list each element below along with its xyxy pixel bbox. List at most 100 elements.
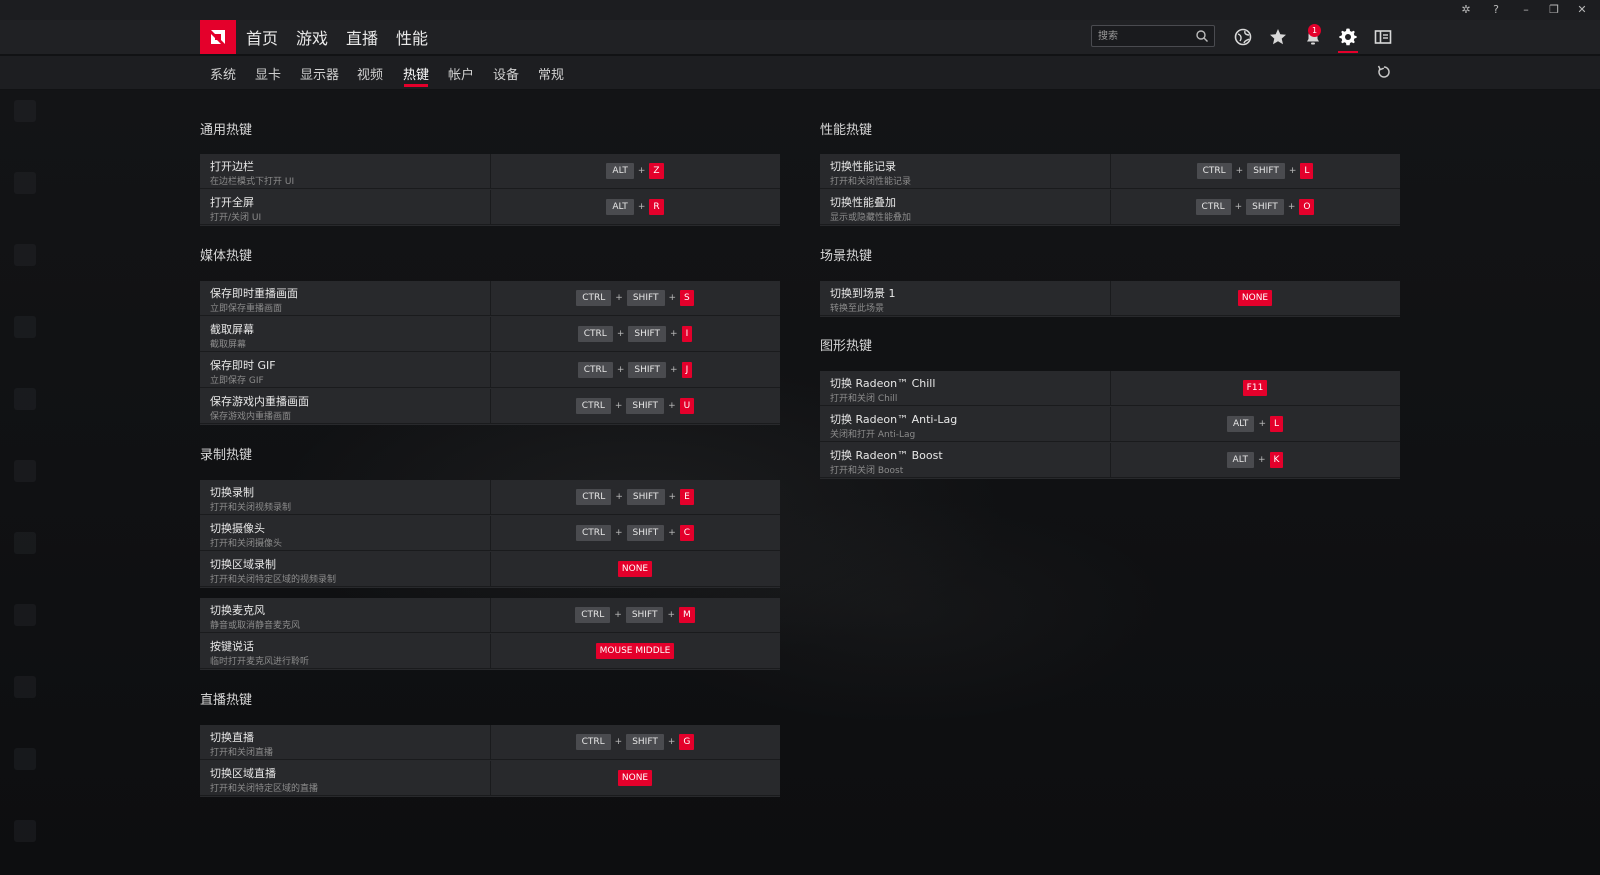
globe-icon[interactable] <box>1232 26 1254 48</box>
hotkey-name: 切换麦克风 <box>210 604 265 617</box>
hotkey-row: 截取屏幕 截取屏幕 CTRL + SHIFT + I <box>200 317 780 352</box>
gear-icon[interactable] <box>1337 26 1359 48</box>
tab-video[interactable]: 视频 <box>357 64 383 83</box>
general-hotkeys-card: 打开边栏 在边栏模式下打开 UI ALT + Z 打开全屏 打开/关闭 UI ALT + R <box>200 154 780 226</box>
notification-badge: 1 <box>1308 24 1321 37</box>
help-icon[interactable]: ? <box>1482 1 1510 19</box>
column-divider <box>1110 281 1111 316</box>
plus-separator: + <box>614 737 623 747</box>
top-navigation: 首页 游戏 直播 性能 1 <box>0 20 1600 54</box>
modifier-key: ALT <box>606 199 634 215</box>
tab-hotkeys[interactable]: 热键 <box>403 64 429 83</box>
hotkey-binding[interactable]: ALT + R <box>606 199 664 215</box>
plus-separator: + <box>1258 419 1266 429</box>
hotkey-row: 切换直播 打开和关闭直播 CTRL + SHIFT + G <box>200 725 780 760</box>
main-key: C <box>679 525 695 541</box>
column-divider <box>1110 371 1111 406</box>
hotkey-binding[interactable]: CTRL + SHIFT + J <box>577 362 693 378</box>
hotkey-binding[interactable]: F11 <box>1242 380 1268 396</box>
modifier-key: CTRL <box>575 607 611 623</box>
tab-account[interactable]: 帐户 <box>448 64 474 83</box>
hotkey-row: 切换录制 打开和关闭视频录制 CTRL + SHIFT + E <box>200 480 780 515</box>
hotkey-row: 打开边栏 在边栏模式下打开 UI ALT + Z <box>200 154 780 189</box>
section-title-media: 媒体热键 <box>200 249 253 264</box>
hotkey-description: 打开和关闭特定区域的直播 <box>210 784 319 794</box>
hotkey-name: 切换直播 <box>210 731 254 744</box>
hotkey-binding[interactable]: CTRL + SHIFT + S <box>576 290 694 306</box>
hotkey-binding[interactable]: CTRL + SHIFT + I <box>577 326 693 342</box>
modifier-key: SHIFT <box>628 362 667 378</box>
plus-separator: + <box>668 293 677 303</box>
nav-home[interactable]: 首页 <box>246 25 278 49</box>
plus-separator: + <box>667 737 676 747</box>
column-divider <box>490 353 491 388</box>
hotkey-row: 切换性能记录 打开和关闭性能记录 CTRL + SHIFT + L <box>820 154 1400 189</box>
hotkey-row: 切换到场景 1 转换至此场景 NONE <box>820 281 1400 316</box>
hotkey-binding[interactable]: ALT + K <box>1226 452 1284 468</box>
tab-general[interactable]: 常规 <box>538 64 564 83</box>
hotkey-row: 切换 Radeon™ Boost 打开和关闭 Boost ALT + K <box>820 443 1400 478</box>
modifier-key: CTRL <box>575 398 611 414</box>
hotkey-binding[interactable]: ALT + L <box>1227 416 1283 432</box>
hotkey-description: 在边栏模式下打开 UI <box>210 177 295 187</box>
hotkey-name: 切换性能叠加 <box>830 196 896 209</box>
hotkey-name: 按键说话 <box>210 640 254 653</box>
restore-button[interactable]: ❐ <box>1540 1 1568 19</box>
hotkey-row: 切换麦克风 静音或取消静音麦克风 CTRL + SHIFT + M <box>200 598 780 633</box>
plus-separator: + <box>668 401 676 411</box>
hotkey-binding[interactable]: CTRL + SHIFT + O <box>1195 199 1315 215</box>
column-divider <box>1110 154 1111 189</box>
scene-hotkeys-card: 切换到场景 1 转换至此场景 NONE <box>820 281 1400 317</box>
hotkey-row: 切换 Radeon™ Anti-Lag 关闭和打开 Anti-Lag ALT + L <box>820 407 1400 442</box>
stream-hotkeys-card: 切换直播 打开和关闭直播 CTRL + SHIFT + G 切换区域直播打开和关闭特定区域的直… <box>200 725 780 797</box>
plus-separator: + <box>1257 455 1266 465</box>
search-icon[interactable] <box>1195 29 1209 43</box>
hotkey-binding[interactable]: CTRL + SHIFT + U <box>575 398 695 414</box>
star-icon[interactable] <box>1267 26 1289 48</box>
hotkey-binding[interactable]: CTRL + SHIFT + E <box>576 489 694 505</box>
hotkey-row: 切换区域录制 打开和关闭特定区域的视频录制 NONE <box>200 552 780 587</box>
hotkey-name: 保存即时重播画面 <box>210 287 298 300</box>
tab-display[interactable]: 显示器 <box>300 64 339 83</box>
tab-system[interactable]: 系统 <box>210 64 236 83</box>
plus-separator: + <box>1235 166 1244 176</box>
close-button[interactable]: ✕ <box>1568 1 1596 19</box>
nav-games[interactable]: 游戏 <box>296 25 328 49</box>
reset-icon[interactable] <box>1376 64 1392 80</box>
hotkey-row: 切换性能叠加 显示或隐藏性能叠加 CTRL + SHIFT + O <box>820 190 1400 225</box>
hotkey-name: 切换区域直播 <box>210 767 276 780</box>
hotkey-row: 保存即时重播画面 立即保存重播画面 CTRL + SHIFT + S <box>200 281 780 316</box>
hotkey-binding[interactable]: NONE <box>1237 290 1273 306</box>
minimize-button[interactable]: – <box>1512 1 1540 19</box>
plus-separator: + <box>615 528 623 538</box>
hotkey-description: 立即保存 GIF <box>210 376 264 386</box>
hotkey-binding[interactable]: CTRL + SHIFT + L <box>1196 163 1314 179</box>
tab-devices[interactable]: 设备 <box>493 64 519 83</box>
main-key: NONE <box>1237 290 1273 306</box>
hotkey-binding[interactable]: ALT + Z <box>606 163 664 179</box>
settings-subnav: 系统 显卡 显示器 视频 热键 帐户 设备 常规 <box>0 56 1600 89</box>
modifier-key: CTRL <box>1195 199 1231 215</box>
nav-streaming[interactable]: 直播 <box>346 25 378 49</box>
hotkey-binding[interactable]: MOUSE MIDDLE <box>595 643 675 659</box>
nav-performance[interactable]: 性能 <box>396 25 428 49</box>
hotkey-binding[interactable]: CTRL + SHIFT + G <box>575 734 695 750</box>
panel-layout-icon[interactable] <box>1372 26 1394 48</box>
bug-report-icon[interactable]: ✲ <box>1452 1 1480 19</box>
hotkey-binding[interactable]: CTRL + SHIFT + M <box>575 607 695 623</box>
hotkey-binding[interactable]: NONE <box>617 770 653 786</box>
modifier-key: CTRL <box>576 489 612 505</box>
hotkey-binding[interactable]: NONE <box>617 561 653 577</box>
hotkey-binding[interactable]: CTRL + SHIFT + C <box>575 525 695 541</box>
main-key: M <box>679 607 695 623</box>
plus-separator: + <box>615 293 623 303</box>
plus-separator: + <box>616 365 625 375</box>
hotkey-name: 切换录制 <box>210 486 254 499</box>
search-input[interactable] <box>1098 28 1188 44</box>
plus-separator: + <box>667 610 676 620</box>
plus-separator: + <box>614 610 622 620</box>
amd-logo[interactable] <box>200 20 236 54</box>
tab-graphics[interactable]: 显卡 <box>255 64 281 83</box>
hotkey-description: 打开和关闭 Boost <box>830 466 904 476</box>
column-divider <box>490 480 491 515</box>
